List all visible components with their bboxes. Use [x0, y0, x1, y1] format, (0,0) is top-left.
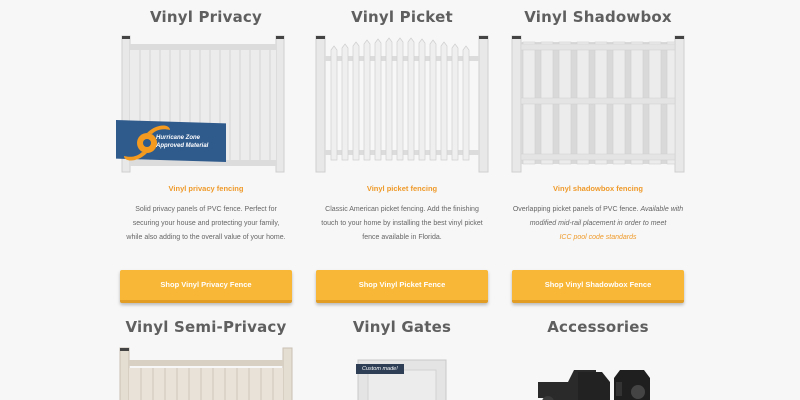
- hurricane-badge-text: Hurricane Zone Approved Material: [156, 135, 209, 149]
- shop-vinyl-picket-button[interactable]: Shop Vinyl Picket Fence: [316, 270, 488, 303]
- product-title: Vinyl Gates: [352, 318, 452, 336]
- vinyl-picket-fence-image[interactable]: [312, 34, 492, 174]
- product-description: Solid privacy panels of PVC fence. Perfe…: [126, 206, 286, 241]
- product-title: Accessories: [547, 318, 649, 336]
- product-vinyl-gates: Vinyl Gates Custom made!: [312, 316, 492, 400]
- picket-fence-illustration: [315, 35, 489, 173]
- shop-vinyl-shadowbox-button[interactable]: Shop Vinyl Shadowbox Fence: [512, 270, 684, 303]
- product-caption: Vinyl picket fencing: [366, 184, 438, 193]
- semi-privacy-fence-image[interactable]: [116, 342, 296, 400]
- product-title: Vinyl Privacy: [149, 8, 262, 26]
- vinyl-gates-image[interactable]: Custom made!: [312, 342, 492, 400]
- product-title: Vinyl Shadowbox: [524, 8, 672, 26]
- shop-vinyl-privacy-button[interactable]: Shop Vinyl Privacy Fence: [120, 270, 292, 303]
- product-description: Overlapping picket panels of PVC fence. …: [512, 206, 684, 241]
- vinyl-shadowbox-fence-image[interactable]: [508, 34, 688, 174]
- custom-made-tag: Custom made!: [356, 364, 404, 374]
- product-title: Vinyl Picket: [351, 8, 453, 26]
- vinyl-privacy-fence-image[interactable]: Hurricane Zone Approved Material: [116, 34, 296, 174]
- shadowbox-fence-illustration: [511, 35, 685, 173]
- product-description: Classic American picket fencing. Add the…: [321, 206, 483, 241]
- icc-pool-code-link[interactable]: ICC pool code standards: [559, 234, 636, 241]
- product-vinyl-shadowbox: Vinyl Shadowbox Vinyl shadowbox fencing …: [508, 6, 688, 303]
- product-caption: Vinyl shadowbox fencing: [553, 184, 643, 193]
- accessories-image[interactable]: [508, 342, 688, 400]
- product-title: Vinyl Semi-Privacy: [125, 318, 287, 336]
- product-accessories: Accessories: [508, 316, 688, 400]
- product-caption: Vinyl privacy fencing: [168, 184, 244, 193]
- product-vinyl-semi-privacy: Vinyl Semi-Privacy: [116, 316, 296, 400]
- product-vinyl-privacy: Vinyl Privacy Hurricane Zone Approved Ma…: [116, 6, 296, 303]
- product-vinyl-picket: Vinyl Picket Vinyl picket fencing Classi…: [312, 6, 492, 303]
